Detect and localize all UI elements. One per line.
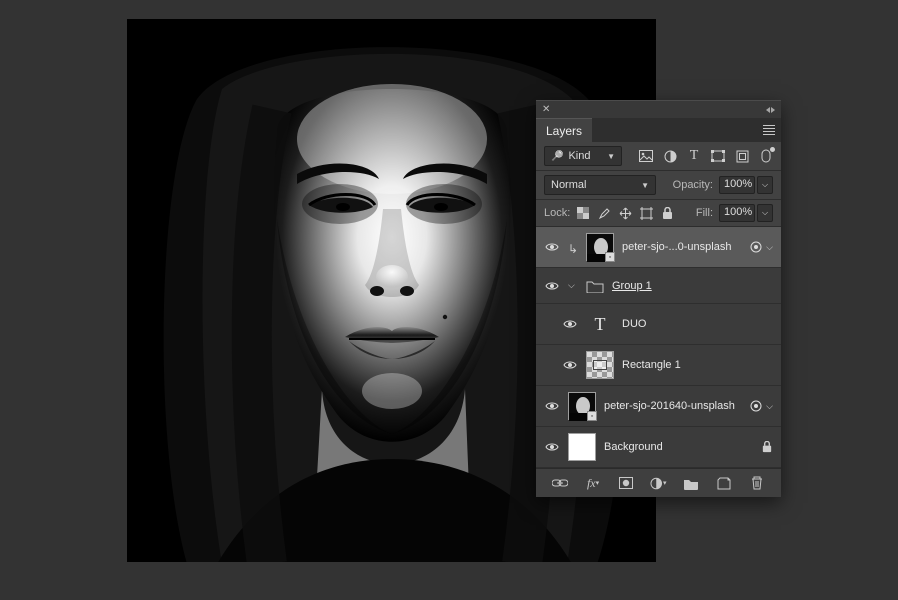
artboard-lock-icon[interactable]: [639, 206, 653, 220]
lock-row: Lock: Fill: 100% ⌵: [536, 200, 781, 227]
layer-thumbnail[interactable]: [586, 351, 614, 379]
chevron-down-icon[interactable]: ⌵: [766, 242, 773, 253]
panel-collapse-icon[interactable]: [766, 107, 775, 113]
opacity-label: Opacity:: [673, 179, 713, 191]
layer-name[interactable]: peter-sjo-...0-unsplash: [622, 241, 742, 253]
filter-kind-label: Kind: [568, 150, 590, 162]
layer-thumbnail[interactable]: [568, 433, 596, 461]
panel-bottom-bar: fx▾ ▾: [536, 468, 781, 497]
blend-row: Normal ▼ Opacity: 100% ⌵: [536, 171, 781, 200]
layer-name[interactable]: Group 1: [612, 280, 773, 292]
tab-layers[interactable]: Layers: [536, 118, 592, 142]
layer-row[interactable]: Background: [536, 427, 781, 468]
layer-list: ↳ ▫ peter-sjo-...0-unsplash ⌵ ⌵ Group 1 …: [536, 227, 781, 468]
new-layer-icon[interactable]: [716, 475, 732, 491]
circle-half-icon[interactable]: [663, 149, 677, 163]
layer-name[interactable]: peter-sjo-201640-unsplash: [604, 400, 742, 412]
opacity-stepper[interactable]: ⌵: [757, 176, 773, 194]
adjustment-layer-icon[interactable]: ▾: [650, 475, 666, 491]
tab-label: Layers: [546, 124, 582, 138]
search-icon: [551, 150, 563, 162]
lock-icons: [576, 206, 674, 220]
layer-filter-row: Kind ▼ T: [536, 142, 781, 171]
panel-titlebar: ✕: [536, 100, 781, 118]
layer-row[interactable]: T DUO: [536, 304, 781, 345]
smart-object-badge: ▫: [587, 411, 597, 421]
type-layer-icon: T: [586, 310, 614, 338]
layer-row[interactable]: Rectangle 1: [536, 345, 781, 386]
visibility-toggle[interactable]: [562, 360, 578, 370]
layer-thumbnail[interactable]: ▫: [586, 233, 614, 261]
layers-panel: ✕ Layers Kind ▼ T Normal ▼ Opacity: 100%: [536, 100, 781, 497]
chevron-down-icon[interactable]: ⌵: [568, 280, 578, 291]
new-group-icon[interactable]: [683, 475, 699, 491]
fill-stepper[interactable]: ⌵: [757, 204, 773, 222]
clipping-mask-icon: ↳: [568, 242, 578, 256]
layer-row[interactable]: ↳ ▫ peter-sjo-...0-unsplash ⌵: [536, 227, 781, 268]
visibility-toggle[interactable]: [544, 242, 560, 252]
visibility-toggle[interactable]: [562, 319, 578, 329]
chevron-down-icon: ▼: [607, 152, 615, 161]
lock-position-icon[interactable]: [618, 206, 632, 220]
panel-menu-icon[interactable]: [763, 125, 775, 135]
shape-icon: [587, 352, 613, 378]
artboard-icon[interactable]: [759, 149, 773, 163]
chevron-down-icon[interactable]: ⌵: [766, 401, 773, 412]
layer-style-icon[interactable]: fx▾: [585, 475, 601, 491]
smart-filter-indicator-icon: [750, 241, 762, 253]
filter-type-icons: T: [639, 149, 773, 163]
blend-mode-select[interactable]: Normal ▼: [544, 175, 656, 195]
lock-all-icon[interactable]: [660, 206, 674, 220]
layer-thumbnail[interactable]: ▫: [568, 392, 596, 420]
layer-row[interactable]: ⌵ Group 1: [536, 268, 781, 304]
brush-icon[interactable]: [597, 206, 611, 220]
lock-label: Lock:: [544, 207, 570, 219]
delete-layer-icon[interactable]: [749, 475, 765, 491]
smart-filter-indicator-icon: [750, 400, 762, 412]
layer-name[interactable]: DUO: [622, 318, 773, 330]
shape-icon[interactable]: [711, 149, 725, 163]
blend-mode-value: Normal: [551, 179, 586, 191]
fill-input[interactable]: 100%: [719, 204, 755, 222]
smart-object-badge: ▫: [605, 252, 615, 262]
visibility-toggle[interactable]: [544, 401, 560, 411]
fill-label: Fill:: [696, 207, 713, 219]
opacity-input[interactable]: 100%: [719, 176, 755, 194]
visibility-toggle[interactable]: [544, 442, 560, 452]
filter-kind-select[interactable]: Kind ▼: [544, 146, 622, 166]
folder-icon: [586, 279, 604, 293]
lock-icon: [761, 441, 773, 453]
layer-row[interactable]: ▫ peter-sjo-201640-unsplash ⌵: [536, 386, 781, 427]
layer-name[interactable]: Rectangle 1: [622, 359, 773, 371]
smart-object-icon[interactable]: [735, 149, 749, 163]
link-layers-icon[interactable]: [552, 475, 568, 491]
close-icon[interactable]: ✕: [542, 104, 550, 115]
chevron-down-icon: ▼: [641, 181, 649, 190]
image-icon[interactable]: [639, 149, 653, 163]
type-icon[interactable]: T: [687, 149, 701, 163]
visibility-toggle[interactable]: [544, 281, 560, 291]
lock-transparency-icon[interactable]: [576, 206, 590, 220]
layer-name[interactable]: Background: [604, 441, 753, 453]
panel-tabs: Layers: [536, 118, 781, 142]
layer-mask-icon[interactable]: [618, 475, 634, 491]
